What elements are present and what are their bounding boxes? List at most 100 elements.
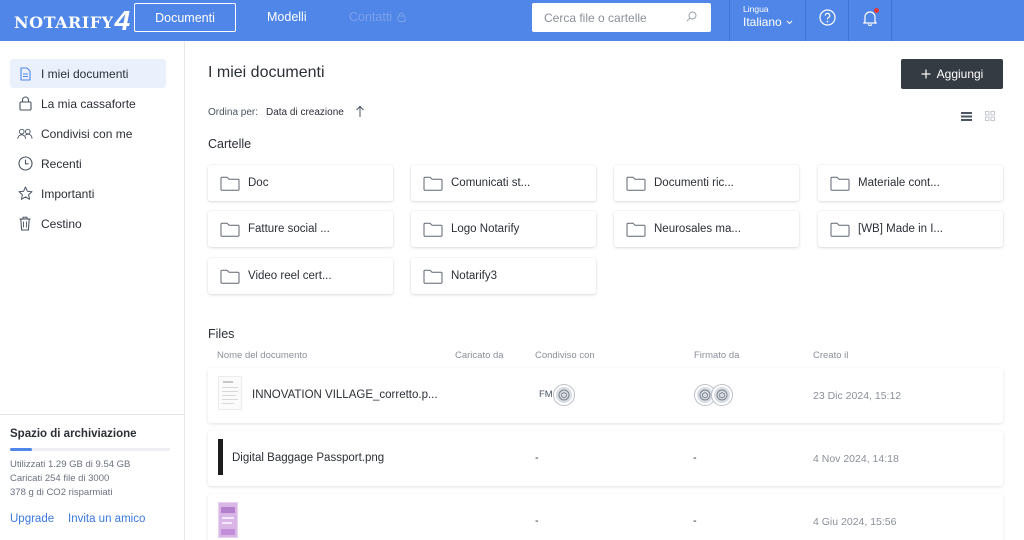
add-button[interactable]: Aggiungi	[901, 59, 1003, 89]
sidebar-item-label: Importanti	[41, 186, 95, 201]
column-header-signed-by[interactable]: Firmato da	[694, 350, 739, 361]
avatar	[554, 385, 574, 405]
folders-heading: Cartelle	[208, 137, 252, 151]
file-name: INNOVATION VILLAGE_corretto.p...	[252, 389, 438, 401]
sidebar-item-recent[interactable]: Recenti	[10, 149, 166, 178]
list-view-icon	[961, 112, 972, 121]
folder-card[interactable]: Video reel cert...	[208, 258, 393, 294]
file-row[interactable]: Digital Baggage Passport.png - - 4 Nov 2…	[208, 431, 1003, 486]
file-row[interactable]: INNOVATION VILLAGE_corretto.p... FM 23 D…	[208, 368, 1003, 423]
users-icon	[17, 126, 33, 142]
folder-card[interactable]: Logo Notarify	[411, 211, 596, 247]
file-row[interactable]: - - 4 Giu 2024, 15:56	[208, 494, 1003, 540]
folder-card[interactable]: Neurosales ma...	[614, 211, 799, 247]
sidebar-item-my-vault[interactable]: La mia cassaforte	[10, 89, 166, 118]
file-thumbnail	[218, 502, 238, 538]
logo-number: 4	[114, 5, 131, 36]
notarify-logo[interactable]: NOTARIFY 4	[14, 5, 130, 35]
lock-icon	[17, 96, 33, 112]
add-button-label: Aggiungi	[936, 67, 984, 81]
folder-card[interactable]: Doc	[208, 165, 393, 201]
folder-name: [WB] Made in I...	[858, 223, 943, 235]
divider	[848, 0, 849, 41]
sidebar-item-label: I miei documenti	[41, 66, 129, 81]
file-thumbnail	[218, 376, 242, 410]
search-icon[interactable]	[686, 11, 697, 22]
trash-icon	[17, 216, 33, 232]
folder-card[interactable]: [WB] Made in I...	[818, 211, 1003, 247]
language-value[interactable]: Italiano	[743, 15, 793, 29]
language-label: Lingua	[743, 4, 769, 14]
avatar	[712, 385, 732, 405]
folder-icon	[830, 221, 850, 237]
grid-view-button[interactable]	[985, 108, 995, 126]
sidebar-item-trash[interactable]: Cestino	[10, 209, 166, 238]
search-box[interactable]	[532, 3, 711, 32]
sidebar-item-my-documents[interactable]: I miei documenti	[10, 59, 166, 88]
plus-icon	[921, 69, 931, 79]
folder-name: Comunicati st...	[451, 177, 531, 189]
column-header-uploaded-by[interactable]: Caricato da	[455, 350, 504, 361]
folder-card[interactable]: Fatture social ...	[208, 211, 393, 247]
sidebar-item-label: La mia cassaforte	[41, 96, 136, 111]
folder-name: Doc	[248, 177, 269, 189]
sidebar-item-important[interactable]: Importanti	[10, 179, 166, 208]
sort-direction-button[interactable]	[355, 105, 365, 123]
notification-badge	[874, 8, 879, 13]
files-heading: Files	[208, 327, 235, 341]
document-icon	[17, 66, 33, 82]
column-header-created[interactable]: Creato il	[813, 350, 848, 361]
chevron-down-icon	[786, 20, 793, 24]
storage-title: Spazio di archiviazione	[10, 428, 137, 440]
upgrade-link[interactable]: Upgrade	[10, 513, 54, 525]
folder-card[interactable]: Notarify3	[411, 258, 596, 294]
folder-card[interactable]: Comunicati st...	[411, 165, 596, 201]
language-selector[interactable]: Lingua Italiano	[743, 4, 793, 29]
column-header-shared-with[interactable]: Condiviso con	[535, 350, 595, 361]
shared-with-value: -	[535, 515, 539, 527]
storage-uploaded-text: Caricati 254 file di 3000	[10, 473, 110, 484]
sidebar: I miei documenti La mia cassaforte Condi…	[0, 41, 185, 540]
storage-progress-fill	[10, 448, 32, 451]
folder-icon	[626, 221, 646, 237]
grid-view-icon	[985, 111, 995, 121]
language-value-text: Italiano	[743, 15, 782, 29]
folder-card[interactable]: Materiale cont...	[818, 165, 1003, 201]
folder-name: Neurosales ma...	[654, 223, 741, 235]
folder-card[interactable]: Documenti ric...	[614, 165, 799, 201]
folder-icon	[220, 175, 240, 191]
sidebar-item-label: Cestino	[41, 216, 82, 231]
user-badge-icon	[558, 389, 570, 401]
sidebar-item-shared-with-me[interactable]: Condivisi con me	[10, 119, 166, 148]
nav-contacts-link: Contatti	[349, 10, 406, 24]
divider	[805, 0, 806, 41]
folder-name: Notarify3	[451, 270, 498, 282]
folder-icon	[220, 268, 240, 284]
top-bar: NOTARIFY 4 Documenti Modelli Contatti Li…	[0, 0, 1024, 41]
file-created-date: 4 Nov 2024, 14:18	[813, 453, 899, 465]
nav-models-link[interactable]: Modelli	[267, 10, 307, 24]
folder-name: Logo Notarify	[451, 223, 520, 235]
column-header-name[interactable]: Nome del documento	[217, 350, 307, 361]
sidebar-item-label: Recenti	[41, 156, 82, 171]
folder-name: Fatture social ...	[248, 223, 330, 235]
notifications-button[interactable]	[862, 8, 879, 31]
file-name: Digital Baggage Passport.png	[232, 452, 385, 464]
file-created-date: 23 Dic 2024, 15:12	[813, 390, 902, 402]
logo-text: NOTARIFY	[14, 13, 114, 32]
signed-by-value: -	[693, 452, 697, 464]
search-input[interactable]	[544, 10, 684, 25]
folder-icon	[423, 175, 443, 191]
file-thumbnail	[218, 439, 223, 475]
folder-icon	[626, 175, 646, 191]
folder-name: Documenti ric...	[654, 177, 734, 189]
folder-icon	[423, 221, 443, 237]
clock-icon	[17, 156, 33, 172]
nav-documents-button[interactable]: Documenti	[134, 3, 236, 32]
help-button[interactable]	[819, 9, 836, 31]
divider	[891, 0, 892, 41]
invite-friend-link[interactable]: Invita un amico	[68, 513, 145, 525]
list-view-button[interactable]	[961, 108, 972, 126]
sort-select[interactable]: Data di creazione	[266, 107, 344, 118]
folder-icon	[830, 175, 850, 191]
